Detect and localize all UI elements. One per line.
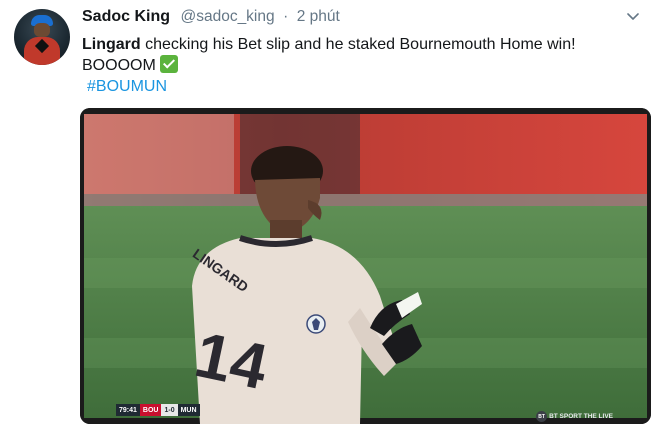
away-team: MUN bbox=[177, 404, 200, 416]
tweet-header: Sadoc King @sadoc_king · 2 phút bbox=[82, 8, 340, 26]
broadcaster-watermark: BT BT SPORT THE LIVE bbox=[536, 411, 613, 422]
match-score: 1-0 bbox=[161, 404, 178, 416]
mention-lingard: Lingard bbox=[82, 36, 141, 53]
white-check-mark-icon bbox=[159, 55, 178, 73]
tweet-text-rest: checking his Bet slip and he staked Bour… bbox=[140, 36, 576, 53]
scoreboard-overlay: 79:41 BOU 1-0 MUN bbox=[116, 404, 200, 416]
chevron-down-icon[interactable] bbox=[626, 10, 640, 24]
tweet-media-photo[interactable]: LINGARD 14 79:41 BOU 1-0 MUN BT BT SPORT… bbox=[80, 108, 651, 424]
match-clock: 79:41 bbox=[116, 404, 140, 416]
author-handle[interactable]: @sadoc_king bbox=[180, 8, 274, 25]
avatar-shirt bbox=[24, 37, 60, 65]
tweet-timestamp[interactable]: 2 phút bbox=[297, 8, 340, 25]
shirt-number: 14 bbox=[189, 318, 274, 403]
author-avatar[interactable] bbox=[14, 9, 70, 65]
broadcaster-text: BT SPORT THE LIVE bbox=[549, 413, 613, 420]
author-name[interactable]: Sadoc King bbox=[82, 8, 170, 25]
tweet-text: Lingard checking his Bet slip and he sta… bbox=[82, 34, 642, 76]
hashtag-link[interactable]: #BOUMUN bbox=[87, 78, 167, 96]
avatar-face bbox=[34, 23, 50, 37]
home-team: BOU bbox=[139, 404, 162, 416]
separator-dot: · bbox=[283, 8, 289, 25]
tweet-text-line2: BOOOOM bbox=[82, 57, 156, 74]
tv-screen-photo: LINGARD 14 bbox=[80, 108, 651, 424]
broadcaster-logo: BT bbox=[536, 411, 548, 422]
